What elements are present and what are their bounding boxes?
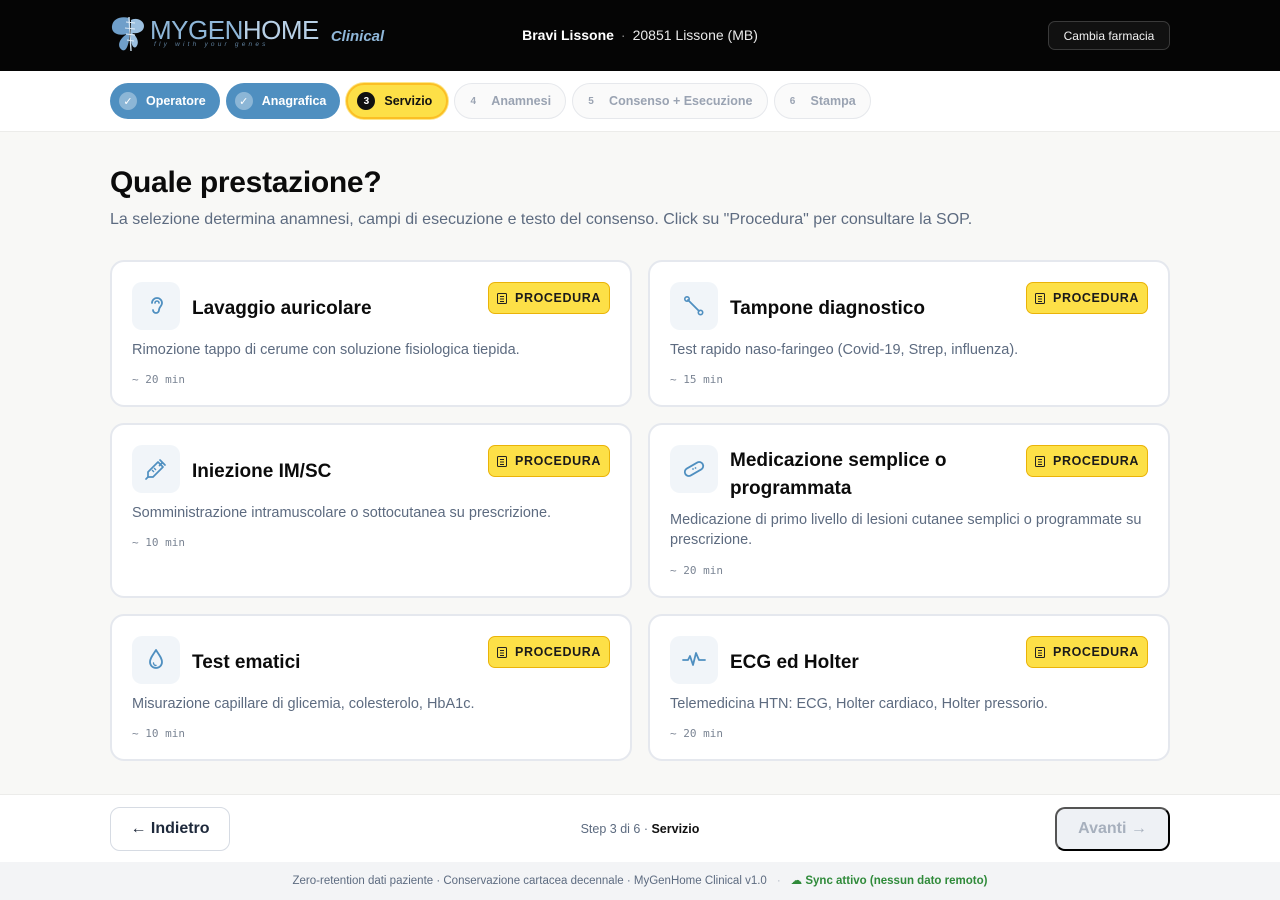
stepper: ✓ Operatore ✓ Anagrafica 3 Servizio 4 Anamnesi 5… bbox=[110, 83, 871, 119]
step-label: Stampa bbox=[810, 94, 856, 108]
step-number: 5 bbox=[588, 95, 594, 107]
service-description: Rimozione tappo di cerume con soluzione … bbox=[132, 342, 520, 358]
next-button[interactable]: Avanti → bbox=[1055, 807, 1170, 851]
swab-icon bbox=[670, 282, 718, 330]
step-label: Consenso + Esecuzione bbox=[609, 94, 753, 108]
service-card-medicazione-semplice-o-programmata[interactable]: Medicazione semplice o programmata Medica… bbox=[648, 423, 1170, 598]
step-servizio: 3 Servizio bbox=[346, 83, 449, 119]
step-counter: Step 3 di 6 · bbox=[580, 822, 652, 836]
procedure-button[interactable]: PROCEDURA bbox=[1026, 445, 1148, 477]
service-card-iniezione-im-sc[interactable]: Iniezione IM/SC Somministrazione intramus… bbox=[110, 423, 632, 598]
document-icon bbox=[1035, 292, 1046, 304]
service-duration: ~ 20 min bbox=[132, 373, 185, 386]
document-icon bbox=[497, 292, 508, 304]
service-duration: ~ 20 min bbox=[670, 564, 723, 577]
procedure-label: PROCEDURA bbox=[1053, 454, 1139, 468]
service-duration: ~ 10 min bbox=[132, 536, 185, 549]
service-title: Medicazione semplice o programmata bbox=[730, 450, 947, 499]
document-icon bbox=[497, 646, 508, 658]
service-title: Test ematici bbox=[192, 652, 301, 673]
pharmacy-name: Bravi Lissone bbox=[522, 27, 614, 43]
pharmacy-city: 20851 Lissone (MB) bbox=[632, 27, 758, 43]
step-stampa: 6 Stampa bbox=[773, 83, 871, 119]
service-title: Iniezione IM/SC bbox=[192, 461, 332, 482]
stepper-bar: ✓ Operatore ✓ Anagrafica 3 Servizio 4 Anamnesi 5… bbox=[0, 71, 1280, 132]
procedure-label: PROCEDURA bbox=[515, 454, 601, 468]
service-description: Medicazione di primo livello di lesioni … bbox=[670, 512, 1142, 548]
step-label: Servizio bbox=[384, 94, 433, 108]
step-anagrafica[interactable]: ✓ Anagrafica bbox=[225, 83, 341, 119]
procedure-label: PROCEDURA bbox=[1053, 291, 1139, 305]
procedure-button[interactable]: PROCEDURA bbox=[1026, 636, 1148, 668]
step-anamnesi: 4 Anamnesi bbox=[454, 83, 567, 119]
procedure-label: PROCEDURA bbox=[1053, 645, 1139, 659]
check-icon: ✓ bbox=[119, 92, 137, 110]
change-pharmacy-button[interactable]: Cambia farmacia bbox=[1048, 21, 1170, 50]
ear-icon bbox=[132, 282, 180, 330]
procedure-label: PROCEDURA bbox=[515, 645, 601, 659]
app-header: MYGENHOME fly with your genes Clinical B… bbox=[0, 0, 1280, 71]
step-current-name: Servizio bbox=[651, 822, 700, 836]
bandage-icon bbox=[670, 445, 718, 493]
status-separator: · bbox=[776, 875, 781, 887]
step-label: Anagrafica bbox=[261, 94, 327, 108]
service-description: Test rapido naso-faringeo (Covid-19, Str… bbox=[670, 342, 1019, 358]
drop-icon bbox=[132, 636, 180, 684]
procedure-button[interactable]: PROCEDURA bbox=[488, 445, 610, 477]
status-bar: Zero-retention dati paziente · Conservaz… bbox=[0, 862, 1280, 900]
step-label: Operatore bbox=[146, 94, 206, 108]
privacy-note: Zero-retention dati paziente · Conservaz… bbox=[292, 875, 767, 887]
step-label: Anamnesi bbox=[491, 94, 552, 108]
service-title: Lavaggio auricolare bbox=[192, 298, 372, 319]
step-number: 4 bbox=[470, 95, 477, 107]
service-card-ecg-ed-holter[interactable]: ECG ed Holter Telemedicina HTN: ECG, Holt… bbox=[648, 614, 1170, 761]
procedure-label: PROCEDURA bbox=[515, 291, 601, 305]
service-description: Misurazione capillare di glicemia, coles… bbox=[132, 696, 475, 712]
procedure-button[interactable]: PROCEDURA bbox=[1026, 282, 1148, 314]
ecg-icon bbox=[670, 636, 718, 684]
document-icon bbox=[497, 455, 508, 467]
step-consenso-esecuzione: 5 Consenso + Esecuzione bbox=[572, 83, 768, 119]
service-description: Telemedicina HTN: ECG, Holter cardiaco, … bbox=[670, 696, 1048, 712]
service-title: Tampone diagnostico bbox=[730, 298, 925, 319]
service-card-test-ematici[interactable]: Test ematici Misurazione capillare di gli… bbox=[110, 614, 632, 761]
service-duration: ~ 20 min bbox=[670, 727, 723, 740]
step-operatore[interactable]: ✓ Operatore bbox=[110, 83, 220, 119]
service-description: Somministrazione intramuscolare o sottoc… bbox=[132, 505, 552, 521]
check-icon: ✓ bbox=[234, 92, 253, 110]
step-number: 6 bbox=[789, 95, 796, 107]
procedure-button[interactable]: PROCEDURA bbox=[488, 282, 610, 314]
service-duration: ~ 15 min bbox=[670, 373, 723, 386]
service-duration: ~ 10 min bbox=[132, 727, 185, 740]
syringe-icon bbox=[132, 445, 180, 493]
page-title: Quale prestazione? bbox=[110, 166, 382, 199]
sync-status: ☁ Sync attivo (nessun dato remoto) bbox=[790, 875, 988, 887]
service-title: ECG ed Holter bbox=[730, 652, 859, 673]
document-icon bbox=[1035, 455, 1046, 467]
pharmacy-separator: · bbox=[620, 27, 626, 43]
service-card-lavaggio-auricolare[interactable]: Lavaggio auricolare Rimozione tappo di ce… bbox=[110, 260, 632, 407]
service-card-tampone-diagnostico[interactable]: Tampone diagnostico Test rapido naso-fari… bbox=[648, 260, 1170, 407]
procedure-button[interactable]: PROCEDURA bbox=[488, 636, 610, 668]
document-icon bbox=[1035, 646, 1046, 658]
footer-navigation: ← Indietro Step 3 di 6 · Servizio Avanti… bbox=[0, 794, 1280, 862]
page-subtitle: La selezione determina anamnesi, campi d… bbox=[110, 211, 973, 228]
step-number: 3 bbox=[357, 92, 376, 110]
